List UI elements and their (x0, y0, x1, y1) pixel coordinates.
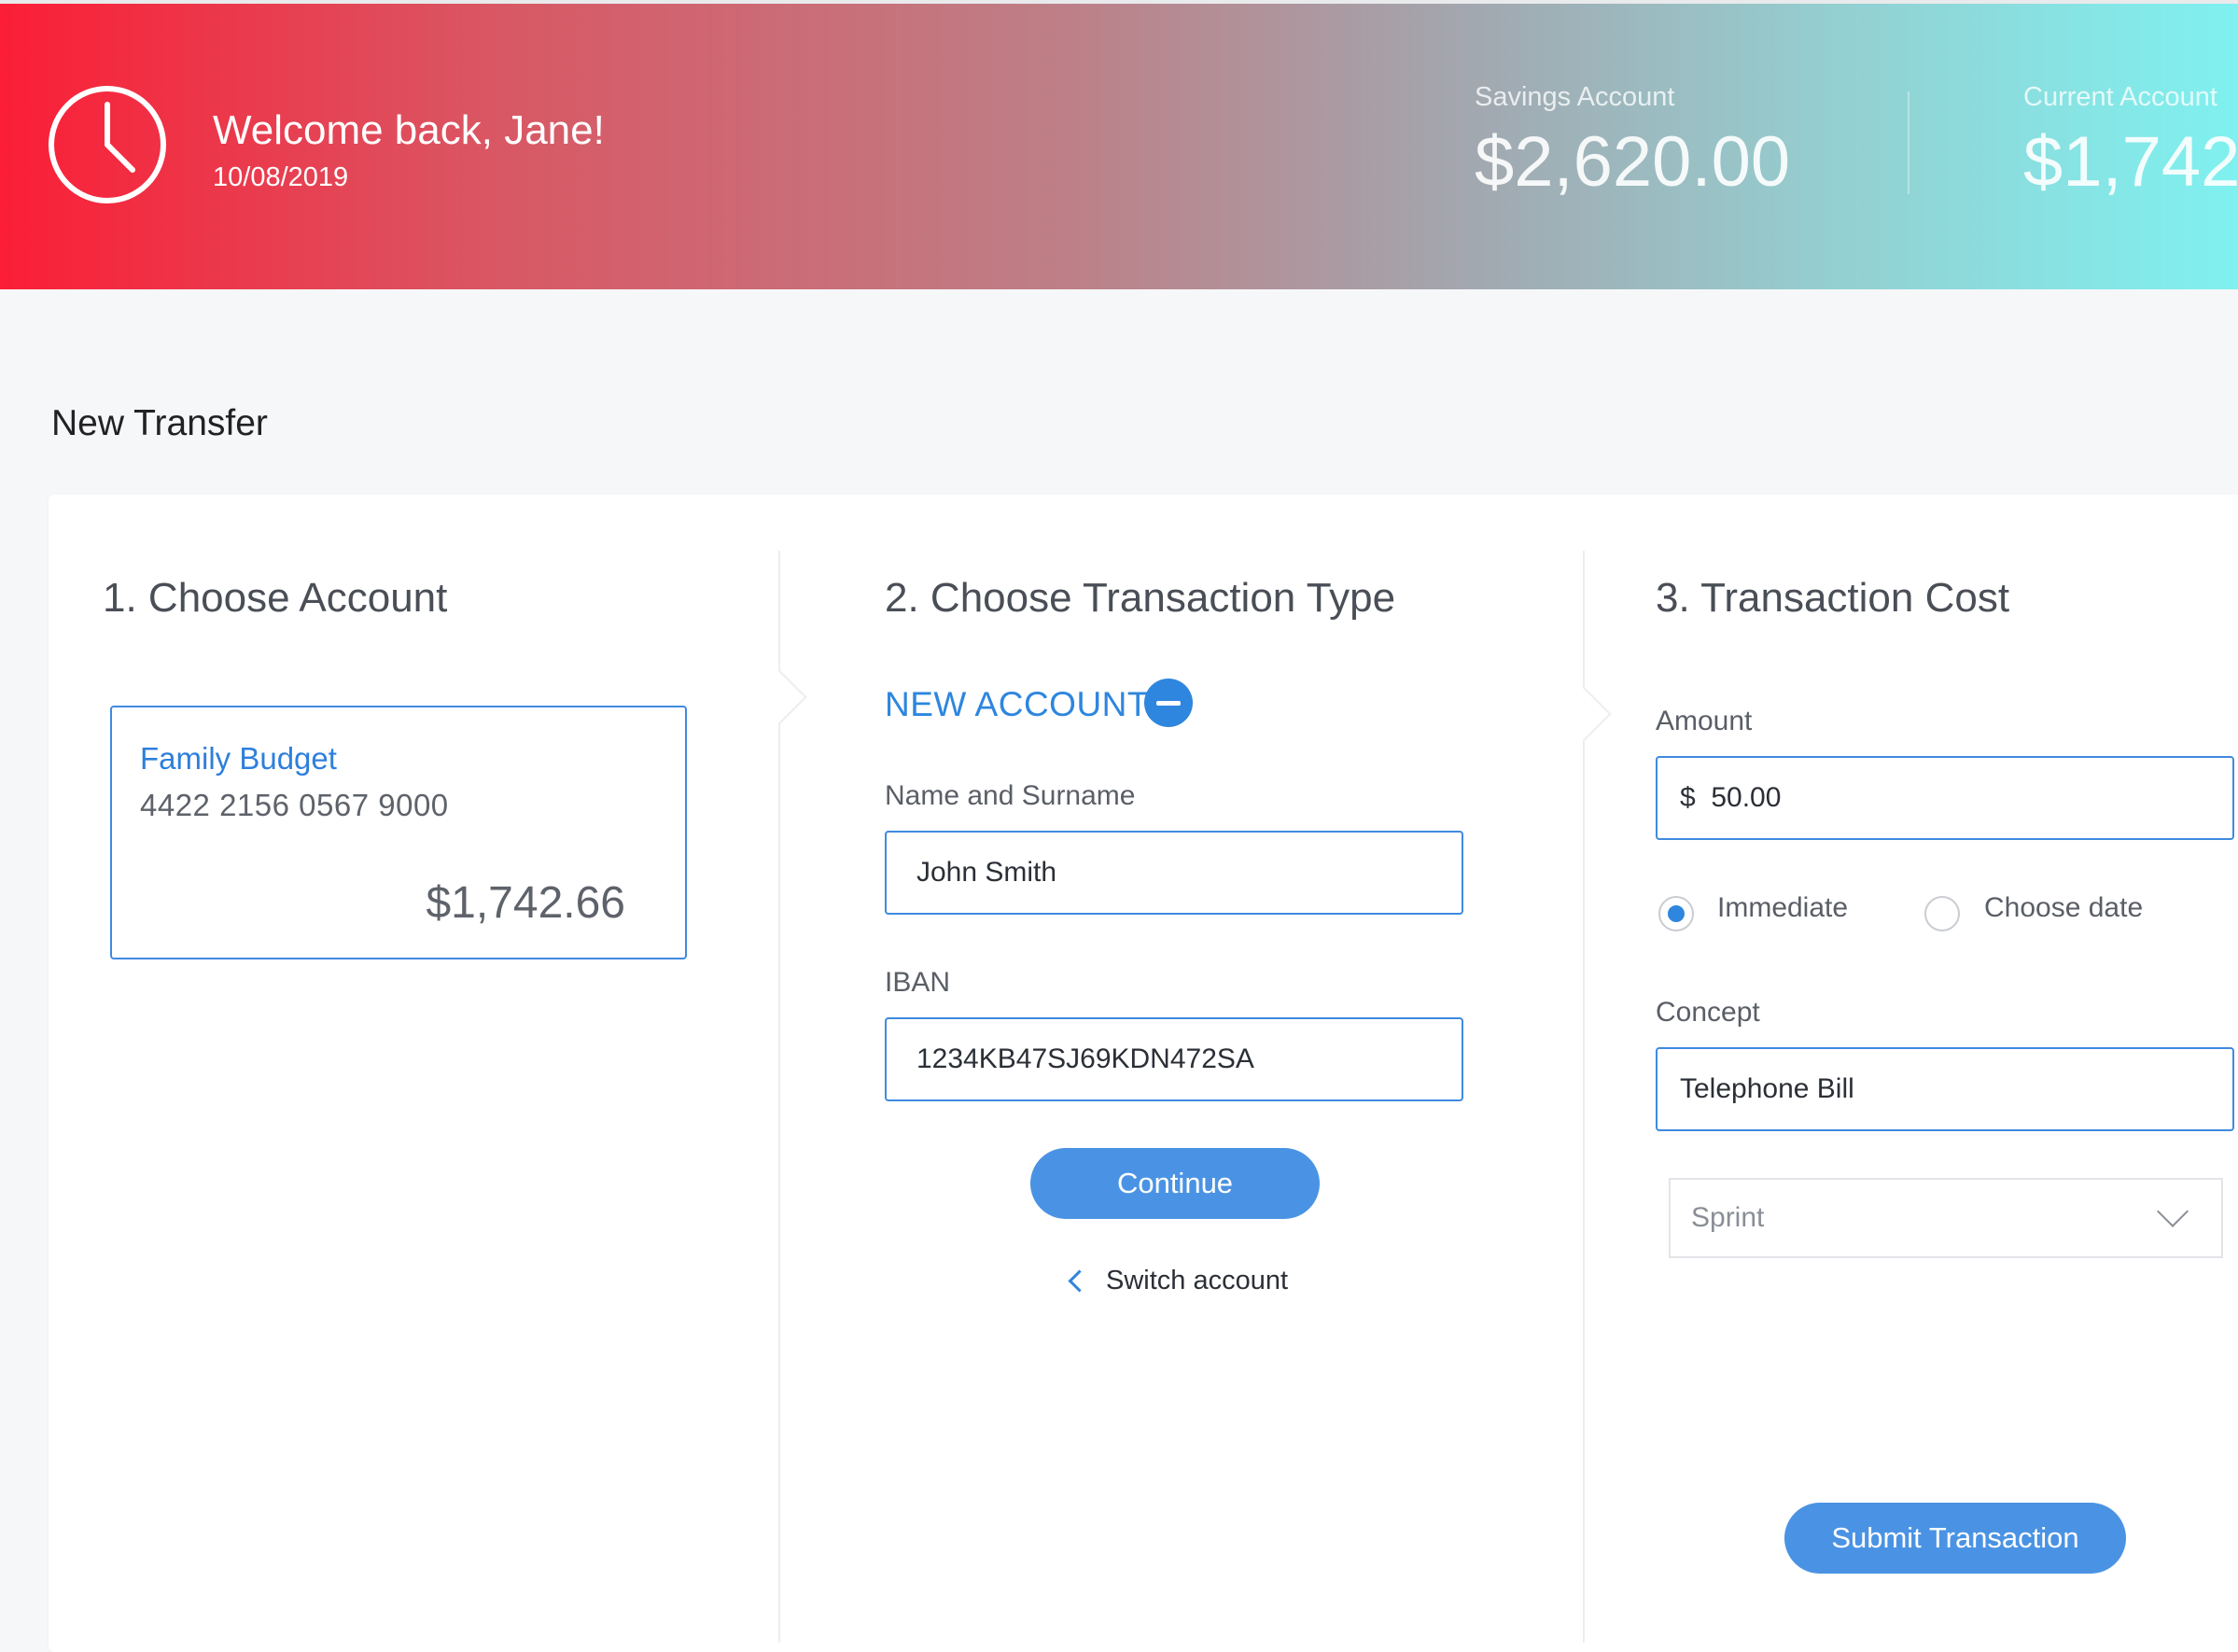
chevron-down-icon (2157, 1196, 2189, 1227)
radio-choose-date-label: Choose date (1984, 892, 2144, 923)
iban-input[interactable]: 1234KB47SJ69KDN472SA (885, 1017, 1463, 1101)
account-card[interactable]: Family Budget 4422 2156 0567 9000 $1,742… (110, 706, 687, 959)
welcome-message: Welcome back, Jane! (213, 107, 605, 153)
new-account-label[interactable]: NEW ACCOUNT (885, 685, 1149, 724)
amount-input[interactable]: $ 50.00 (1656, 756, 2234, 840)
switch-account-link[interactable]: Switch account (1066, 1266, 1288, 1296)
header-divider (1908, 91, 1909, 194)
switch-account-text: Switch account (1106, 1266, 1289, 1295)
current-account-balance: $1,742.66 (2023, 122, 2238, 202)
account-header: Welcome back, Jane! 10/08/2019 Savings A… (0, 0, 2238, 289)
radio-immediate-label: Immediate (1717, 892, 1849, 923)
account-card-name: Family Budget (140, 741, 337, 776)
account-card-balance: $1,742.66 (426, 878, 625, 928)
iban-label: IBAN (885, 967, 951, 998)
step-transaction-type-heading: 2. Choose Transaction Type (885, 575, 1396, 621)
amount-label: Amount (1656, 706, 1753, 736)
name-surname-input[interactable]: John Smith (885, 831, 1463, 915)
concept-input[interactable]: Telephone Bill (1656, 1047, 2234, 1131)
step-transaction-cost-heading: 3. Transaction Cost (1656, 575, 2010, 621)
savings-account-label: Savings Account (1475, 82, 1675, 112)
chevron-left-icon (1068, 1269, 1091, 1293)
collapse-new-account-button[interactable] (1144, 679, 1193, 727)
page-title: New Transfer (51, 403, 268, 443)
step-choose-account-heading: 1. Choose Account (103, 575, 448, 621)
provider-select-value: Sprint (1691, 1202, 1765, 1233)
account-card-number: 4422 2156 0567 9000 (140, 788, 449, 822)
provider-select[interactable]: Sprint (1669, 1178, 2223, 1258)
window-top-edge (0, 0, 2238, 4)
concept-label: Concept (1656, 997, 1760, 1028)
radio-choose-date[interactable] (1924, 896, 1960, 931)
continue-button[interactable]: Continue (1030, 1148, 1320, 1219)
name-surname-label: Name and Surname (885, 780, 1136, 811)
current-account-label: Current Account (2023, 82, 2217, 112)
submit-transaction-button[interactable]: Submit Transaction (1784, 1503, 2126, 1574)
savings-account-balance: $2,620.00 (1475, 122, 1791, 202)
clock-icon (49, 86, 166, 203)
radio-immediate[interactable] (1658, 896, 1694, 931)
current-date: 10/08/2019 (213, 162, 349, 192)
